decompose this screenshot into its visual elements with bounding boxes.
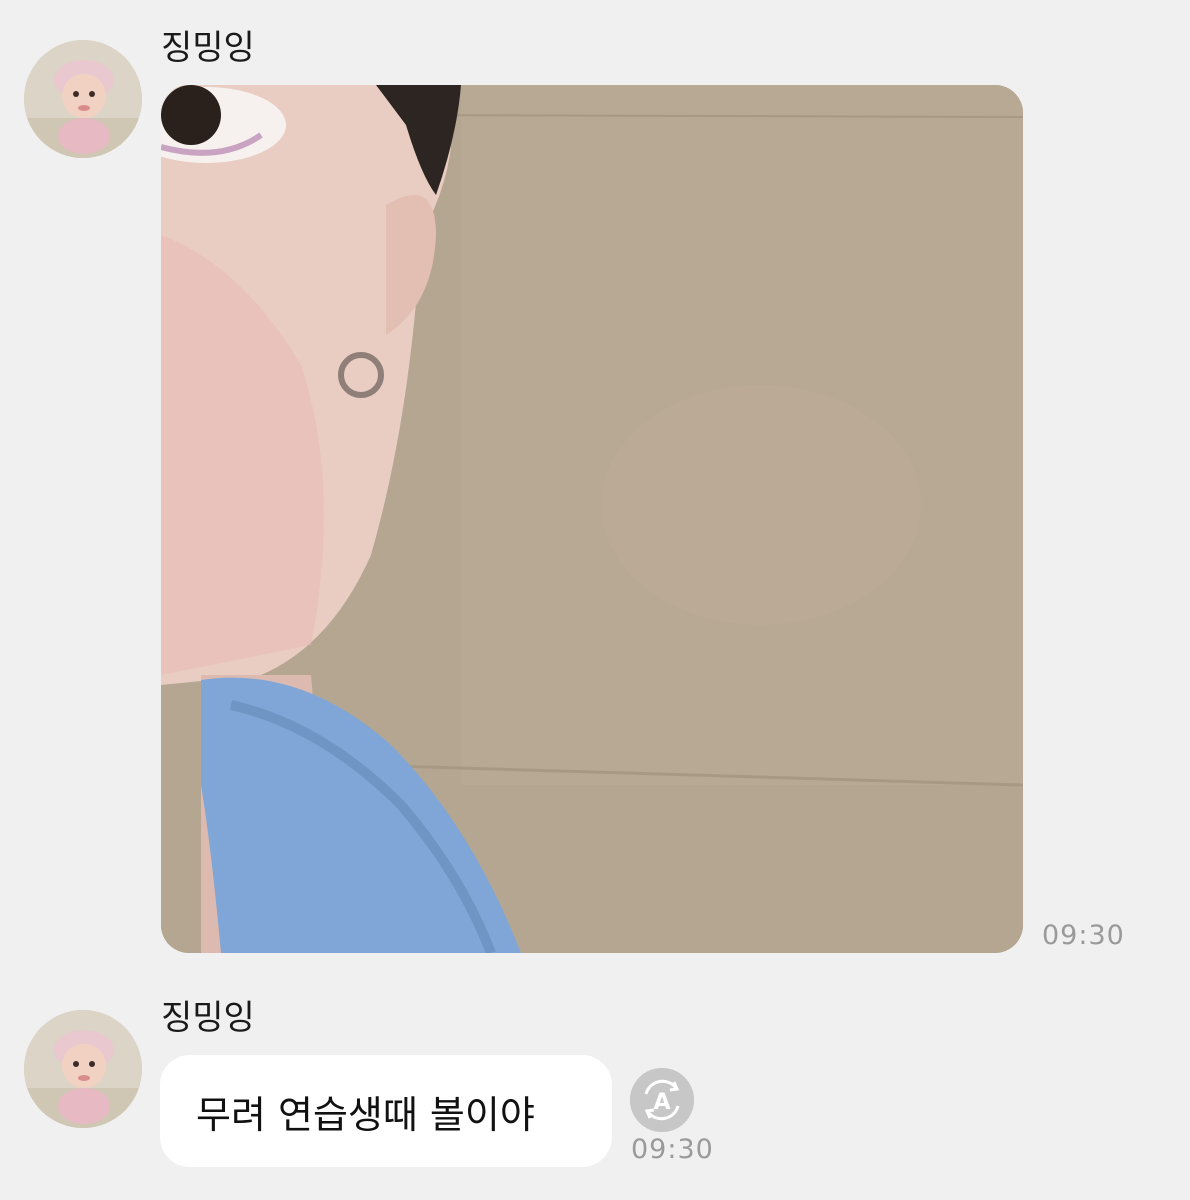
avatar-icon (24, 40, 142, 158)
photo-image (161, 85, 1023, 953)
photo-message[interactable] (161, 85, 1023, 953)
sender-name: 징밍잉 (161, 998, 255, 1038)
sender-name: 징밍잉 (161, 28, 255, 68)
translate-button[interactable]: A (630, 1068, 694, 1132)
svg-text:A: A (653, 1090, 670, 1115)
translate-icon: A (630, 1068, 694, 1132)
sender-avatar[interactable] (24, 1010, 142, 1128)
photo-timestamp: 09:30 (1042, 920, 1125, 951)
text-timestamp: 09:30 (631, 1134, 714, 1165)
message-text: 무려 연습생때 볼이야 (196, 1092, 535, 1137)
sender-avatar[interactable] (24, 40, 142, 158)
avatar-icon (24, 1010, 142, 1128)
text-message-bubble[interactable]: 무려 연습생때 볼이야 (160, 1055, 612, 1167)
